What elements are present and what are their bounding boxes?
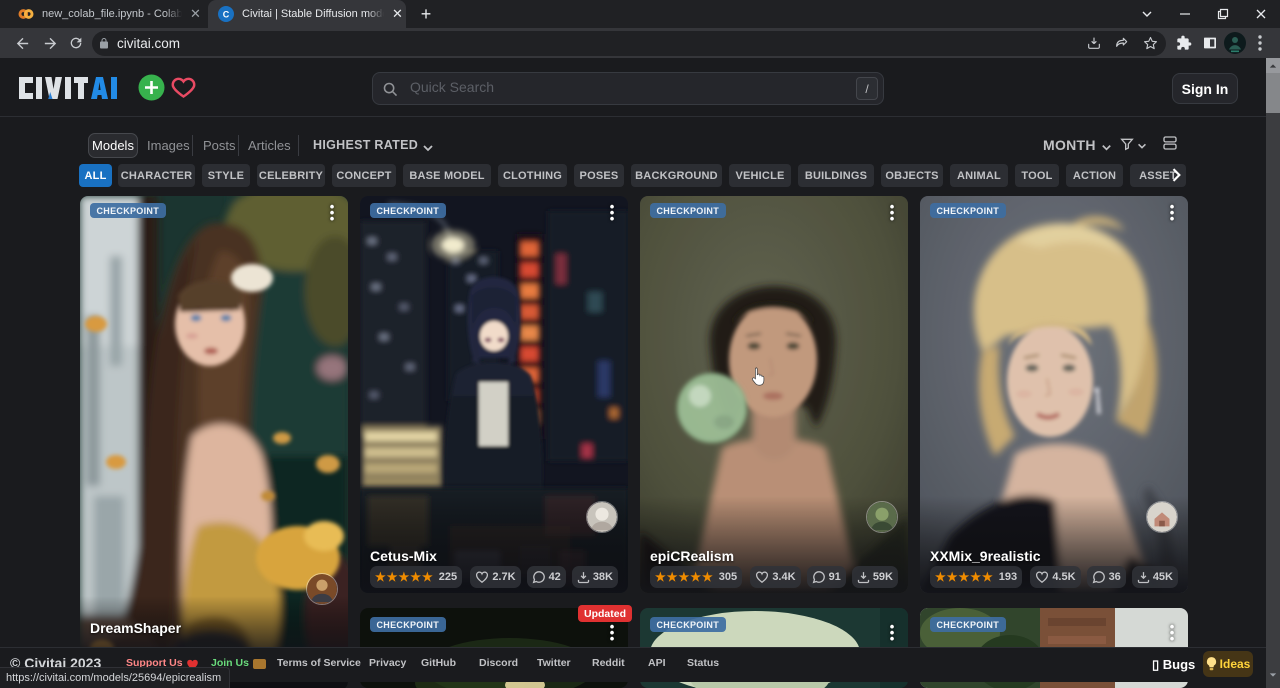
svg-text:C: C: [223, 10, 230, 20]
